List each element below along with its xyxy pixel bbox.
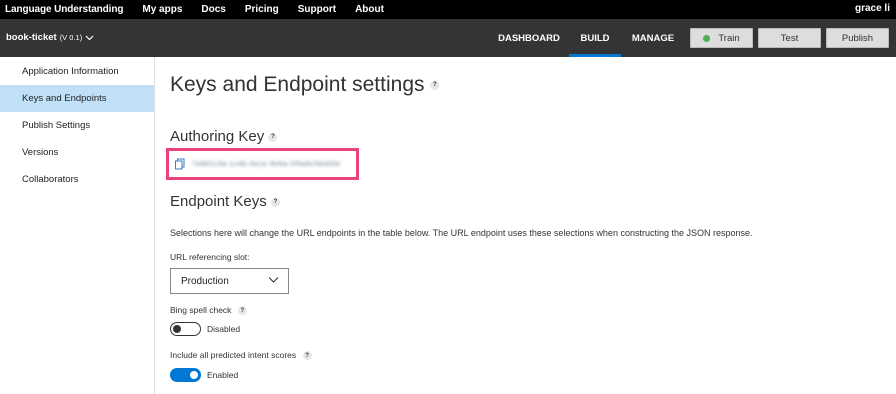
help-icon[interactable]: ?	[430, 80, 440, 90]
top-nav: Language Understanding My apps Docs Pric…	[0, 0, 896, 19]
train-status-dot	[703, 34, 711, 42]
chevron-down-icon	[85, 35, 94, 40]
sidebar-item-publish-settings[interactable]: Publish Settings	[0, 112, 154, 139]
endpoint-keys-heading-text: Endpoint Keys	[170, 193, 267, 210]
intent-scores-label: Include all predicted intent scores ?	[170, 350, 312, 361]
test-button[interactable]: Test	[758, 28, 821, 48]
app-name: book-ticket	[6, 32, 57, 43]
bing-spell-check-state: Disabled	[207, 324, 241, 334]
sidebar-item-collaborators[interactable]: Collaborators	[0, 166, 154, 193]
bing-spell-check-label: Bing spell check ?	[170, 305, 247, 316]
intent-scores-state: Enabled	[207, 370, 239, 380]
user-name[interactable]: grace li	[855, 3, 890, 14]
intent-scores-label-text: Include all predicted intent scores	[170, 350, 297, 360]
app-bar: book-ticket (V 0.1) DASHBOARD BUILD MANA…	[0, 19, 896, 57]
brand-link[interactable]: Language Understanding	[0, 4, 123, 15]
copy-icon[interactable]	[174, 158, 186, 170]
sidebar-item-keys-and-endpoints[interactable]: Keys and Endpoints	[0, 85, 154, 112]
authoring-key-box: 7e8d1c9a-1c4b-4a1e-9e6a-2f6a8c5b4d3e	[166, 148, 359, 180]
toggle-knob	[173, 324, 181, 333]
slot-label: URL referencing slot:	[170, 252, 250, 262]
bing-spell-check-label-text: Bing spell check	[170, 305, 232, 315]
nav-support[interactable]: Support	[298, 4, 336, 15]
main-content: Keys and Endpoint settings ? Authoring K…	[156, 57, 896, 394]
tab-manage[interactable]: MANAGE	[626, 19, 680, 57]
help-icon[interactable]: ?	[270, 197, 280, 207]
train-button[interactable]: Train	[690, 28, 753, 48]
sidebar: Application Information Keys and Endpoin…	[0, 57, 155, 394]
help-icon[interactable]: ?	[237, 306, 247, 316]
slot-select[interactable]: Production	[170, 268, 289, 294]
intent-scores-toggle[interactable]	[170, 368, 201, 382]
train-label: Train	[718, 32, 740, 44]
endpoint-keys-heading: Endpoint Keys ?	[170, 193, 280, 210]
sidebar-item-application-information[interactable]: Application Information	[0, 58, 154, 85]
publish-button[interactable]: Publish	[826, 28, 889, 48]
nav-my-apps[interactable]: My apps	[142, 4, 182, 15]
endpoint-description: Selections here will change the URL endp…	[170, 228, 753, 238]
authoring-key-value[interactable]: 7e8d1c9a-1c4b-4a1e-9e6a-2f6a8c5b4d3e	[192, 161, 341, 168]
help-icon[interactable]: ?	[302, 351, 312, 361]
page-title: Keys and Endpoint settings ?	[170, 73, 440, 97]
authoring-key-heading-text: Authoring Key	[170, 128, 265, 145]
toggle-knob	[190, 371, 198, 379]
chevron-down-icon	[268, 277, 279, 283]
sidebar-item-versions[interactable]: Versions	[0, 139, 154, 166]
bing-spell-check-toggle[interactable]	[170, 322, 201, 336]
authoring-key-heading: Authoring Key ?	[170, 128, 278, 145]
nav-pricing[interactable]: Pricing	[245, 4, 279, 15]
nav-docs[interactable]: Docs	[201, 4, 225, 15]
slot-select-value: Production	[181, 275, 229, 287]
tab-dashboard[interactable]: DASHBOARD	[494, 19, 564, 57]
help-icon[interactable]: ?	[268, 132, 278, 142]
tab-build[interactable]: BUILD	[569, 19, 621, 57]
app-version: (V 0.1)	[59, 33, 83, 42]
page-title-text: Keys and Endpoint settings	[170, 73, 425, 96]
nav-about[interactable]: About	[355, 4, 384, 15]
app-selector[interactable]: book-ticket (V 0.1)	[6, 32, 94, 43]
